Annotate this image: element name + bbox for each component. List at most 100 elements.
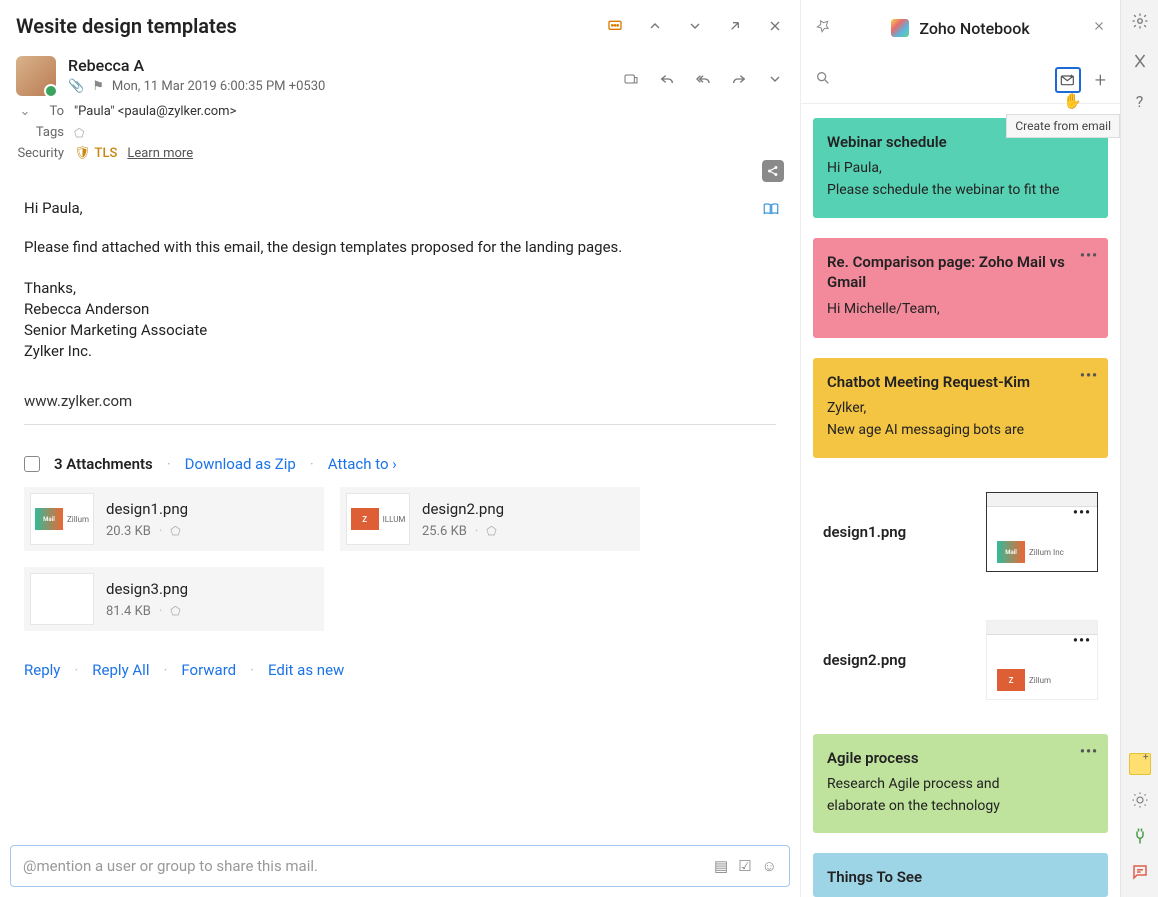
note-line: Research Agile process and [827,776,1094,792]
note-card[interactable]: design2.png ••• ZZillum [813,606,1108,714]
plug-icon[interactable] [1129,825,1151,847]
note-menu-icon[interactable]: ••• [1080,368,1098,384]
attachment-size: 81.4 KB [106,604,151,619]
search-icon[interactable] [815,70,831,90]
tag-icon[interactable]: ⬠ [74,126,84,140]
help-icon[interactable]: ? [1129,90,1151,112]
attachment-card[interactable]: MailZillum design1.png 20.3 KB·⬠ [24,487,324,551]
tag-icon[interactable]: ⬠ [170,604,180,618]
attach-to-link[interactable]: Attach to › [328,455,397,473]
attachment-size: 20.3 KB [106,524,151,539]
attachment-icon[interactable]: 📎 [68,79,84,94]
forward-button[interactable]: Forward [181,661,236,679]
notebook-pane: Zoho Notebook + ✋ Create from email ••• … [800,0,1120,897]
close-notebook-icon[interactable] [1092,19,1106,37]
reply-all-icon[interactable] [694,70,712,88]
file-thumbnail: ••• MailZillum Inc [986,492,1098,572]
sig-title: Senior Marketing Associate [24,320,776,341]
pin-icon[interactable] [815,18,831,38]
sticky-note-icon[interactable] [1129,753,1151,775]
tag-icon[interactable]: ⬠ [170,524,180,538]
attachment-name: design3.png [106,580,188,598]
task-icon[interactable]: ☑ [738,857,751,875]
note-menu-icon[interactable]: ••• [1080,744,1098,760]
close-icon[interactable] [766,17,784,35]
note-line: Zylker, [827,400,1094,416]
shield-icon: 🛡 [74,146,91,161]
sig-company: Zylker Inc. [24,341,776,362]
email-subject: Wesite design templates [16,14,237,38]
note-card[interactable]: Things To See [813,853,1108,897]
attachment-thumbnail: ZILLUM [346,493,410,545]
notebook-logo-icon [891,19,909,37]
note-line: New age AI messaging bots are [827,422,1094,438]
mention-input[interactable]: @mention a user or group to share this m… [10,845,790,887]
right-sidebar: ? [1120,0,1158,897]
attachment-card[interactable]: ZILLUM design2.png 25.6 KB·⬠ [340,487,640,551]
prev-email-icon[interactable] [646,17,664,35]
note-title: Things To See [827,867,1094,887]
sender-name[interactable]: Rebecca A [68,56,610,75]
note-title: Re. Comparison page: Zoho Mail vs Gmail [827,252,1094,293]
attachment-name: design1.png [106,500,188,518]
tooltip: Create from email [1006,114,1120,138]
reader-view-icon[interactable] [762,200,780,218]
note-line: Hi Michelle/Team, [827,301,1094,317]
expand-recipients-icon[interactable]: ⌄ [16,104,34,119]
note-card[interactable]: ••• Re. Comparison page: Zoho Mail vs Gm… [813,238,1108,338]
lightbulb-icon[interactable] [1129,789,1151,811]
to-label: To [44,104,64,119]
note-card[interactable]: ••• Agile process Research Agile process… [813,734,1108,833]
body-main: Please find attached with this email, th… [24,236,776,259]
apps-icon[interactable] [1129,50,1151,72]
tls-badge: 🛡TLS [74,146,117,161]
security-label: Security [16,146,64,161]
reply-all-button[interactable]: Reply All [92,661,149,679]
flag-icon[interactable]: ⚑ [92,79,104,94]
next-email-icon[interactable] [686,17,704,35]
email-date: Mon, 11 Mar 2019 6:00:35 PM +0530 [112,79,326,94]
contact-icon[interactable]: ▤ [714,857,728,875]
note-title: design1.png [823,523,906,541]
attachment-card[interactable]: design3.png 81.4 KB·⬠ [24,567,324,631]
more-actions-icon[interactable] [766,70,784,88]
avatar[interactable] [16,56,56,96]
note-line: Please schedule the webinar to fit the [827,182,1094,198]
chat-icon[interactable] [1129,861,1151,883]
emoji-icon[interactable]: ☺ [762,857,777,875]
gear-icon[interactable] [1129,10,1151,32]
subject-actions [606,17,784,35]
attachment-thumbnail [30,573,94,625]
read-receipt-icon[interactable] [622,70,640,88]
reply-button[interactable]: Reply [24,661,60,679]
to-value[interactable]: "Paula" <paula@zylker.com> [74,104,236,119]
sig-thanks: Thanks, [24,278,776,299]
attachment-name: design2.png [422,500,504,518]
popout-icon[interactable] [726,17,744,35]
conversation-icon[interactable] [606,17,624,35]
reply-icon[interactable] [658,70,676,88]
tags-label: Tags [16,125,64,140]
share-icon[interactable] [762,160,784,182]
sig-name: Rebecca Anderson [24,299,776,320]
note-menu-icon[interactable]: ••• [1080,248,1098,264]
download-zip-link[interactable]: Download as Zip [185,455,296,473]
note-card[interactable]: design1.png ••• MailZillum Inc [813,478,1108,586]
create-from-email-button[interactable] [1055,67,1081,93]
notebook-title: Zoho Notebook [919,19,1029,38]
edit-as-new-button[interactable]: Edit as new [268,661,344,679]
note-line: Hi Paula, [827,160,1094,176]
select-all-attachments-checkbox[interactable] [24,456,40,472]
attachment-thumbnail: MailZillum [30,493,94,545]
learn-more-link[interactable]: Learn more [127,146,193,161]
add-note-button[interactable]: + [1095,68,1106,92]
note-title: Chatbot Meeting Request-Kim [827,372,1094,392]
tag-icon[interactable]: ⬠ [486,524,496,538]
attachments-count: 3 Attachments [54,455,153,473]
website-link[interactable]: www.zylker.com [24,392,776,425]
note-line: elaborate on the technology [827,798,1094,814]
note-title: Agile process [827,748,1094,768]
note-card[interactable]: ••• Chatbot Meeting Request-Kim Zylker, … [813,358,1108,458]
forward-icon[interactable] [730,70,748,88]
attachment-size: 25.6 KB [422,524,467,539]
